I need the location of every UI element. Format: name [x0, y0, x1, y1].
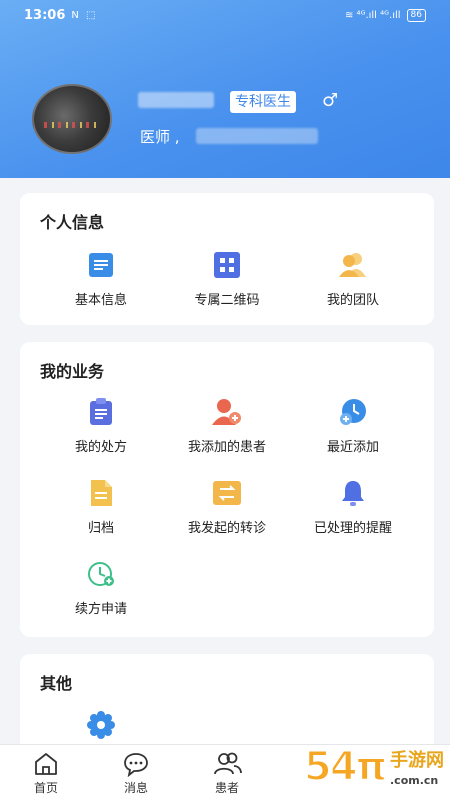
my-business-title: 我的业务	[40, 362, 105, 381]
battery-icon: 86	[406, 8, 426, 22]
male-gender-icon: ♂	[322, 90, 339, 111]
settings-button[interactable]	[32, 710, 170, 740]
added-patients-label: 我添加的患者	[187, 440, 266, 455]
renew-clock-icon	[86, 559, 116, 589]
tab-home[interactable]: 首页	[1, 751, 91, 796]
doctor-title: 医师 ,	[140, 128, 180, 146]
add-patient-icon	[212, 397, 242, 427]
initiated-referrals-label: 我发起的转诊	[187, 521, 266, 536]
personal-info-card: 个人信息 基本信息 专属二维码 我的团队	[20, 193, 434, 325]
my-team-label: 我的团队	[326, 293, 379, 308]
avatar-photo-detail	[44, 122, 100, 128]
qr-code-label: 专属二维码	[194, 293, 260, 308]
my-prescriptions-button[interactable]: 我的处方	[32, 397, 170, 455]
signal-icons: ≋ ⁴ᴳ.ıll ⁴ᴳ.ıll	[345, 9, 401, 21]
my-prescriptions-label: 我的处方	[74, 440, 127, 455]
watermark-logo-text: 手游网	[390, 750, 444, 771]
clipboard-icon	[86, 397, 116, 427]
archive-icon	[86, 478, 116, 508]
qr-grid-icon	[212, 250, 242, 280]
handled-reminders-label: 已处理的提醒	[313, 521, 392, 536]
avatar[interactable]	[32, 84, 112, 154]
home-icon	[32, 751, 60, 777]
tab-home-label: 首页	[33, 781, 58, 795]
tab-messages-label: 消息	[123, 781, 148, 795]
basic-info-button[interactable]: 基本信息	[32, 250, 170, 308]
tab-patients-label: 患者	[214, 781, 239, 795]
renewal-request-button[interactable]: 续方申请	[32, 559, 170, 617]
notification-icons: N ⬚	[71, 9, 98, 21]
tab-patients[interactable]: 患者	[182, 751, 272, 796]
bell-icon	[338, 478, 368, 508]
status-right: ≋ ⁴ᴳ.ıll ⁴ᴳ.ıll 86	[345, 8, 426, 22]
doctor-name-redacted	[138, 92, 214, 108]
my-team-button[interactable]: 我的团队	[284, 250, 422, 308]
watermark-logo-number: 54π	[303, 743, 388, 791]
qr-code-button[interactable]: 专属二维码	[158, 250, 296, 308]
personal-info-title: 个人信息	[40, 213, 105, 232]
archive-label: 归档	[87, 521, 114, 536]
other-title: 其他	[40, 674, 73, 693]
status-time: 13:06	[24, 7, 66, 23]
patients-icon	[213, 751, 242, 777]
archive-button[interactable]: 归档	[32, 478, 170, 536]
transfer-icon	[212, 478, 242, 508]
doctor-type-badge: 专科医生	[230, 91, 296, 113]
my-business-card: 我的业务 我的处方 我添加的患者 最近添加 归档 我发起的转诊 已处理的提醒 续…	[20, 342, 434, 637]
site-watermark: 54π 手游网 .com.cn	[300, 740, 450, 800]
hospital-name-redacted	[196, 128, 318, 144]
handled-reminders-button[interactable]: 已处理的提醒	[284, 478, 422, 536]
basic-info-label: 基本信息	[74, 293, 127, 308]
recently-added-label: 最近添加	[326, 440, 379, 455]
recent-add-icon	[338, 397, 368, 427]
team-icon	[338, 250, 368, 280]
document-icon	[86, 250, 116, 280]
message-icon	[122, 751, 150, 778]
status-bar: 13:06 N ⬚ ≋ ⁴ᴳ.ıll ⁴ᴳ.ıll 86	[0, 0, 450, 30]
profile-header: 13:06 N ⬚ ≋ ⁴ᴳ.ıll ⁴ᴳ.ıll 86 专科医生 ♂ 医师 ,	[0, 0, 450, 178]
settings-gear-icon	[86, 710, 116, 740]
watermark-url: .com.cn	[390, 774, 439, 787]
initiated-referrals-button[interactable]: 我发起的转诊	[158, 478, 296, 536]
tab-messages[interactable]: 消息	[91, 751, 181, 796]
added-patients-button[interactable]: 我添加的患者	[158, 397, 296, 455]
renewal-request-label: 续方申请	[74, 602, 127, 617]
recently-added-button[interactable]: 最近添加	[284, 397, 422, 455]
